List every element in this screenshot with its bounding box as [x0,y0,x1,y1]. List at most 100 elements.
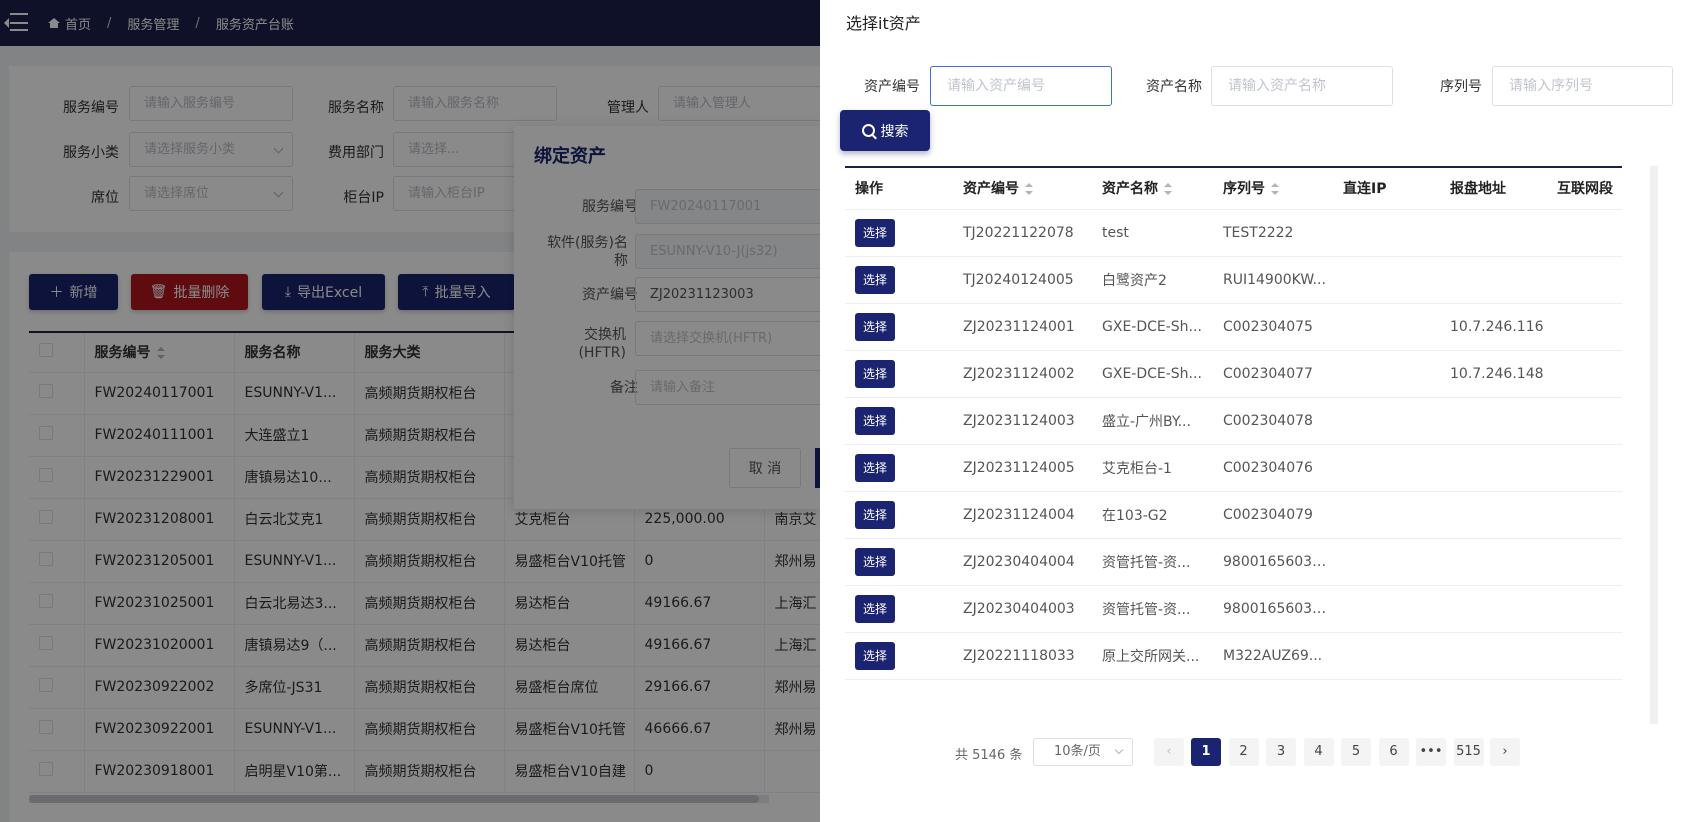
menu-fold-icon[interactable] [4,13,28,33]
row-checkbox[interactable] [39,636,53,650]
service-type-cell: 易盛柜台V10托管 [504,540,635,583]
asset-name-cell: GXE-DCE-Sh... [1092,303,1213,351]
next-page-button[interactable]: › [1490,738,1520,766]
asset-row[interactable]: 选择 TJ20221122078 test TEST2222 [845,209,1622,257]
breadcrumb-service-mgmt[interactable]: 服务管理 [127,14,179,33]
action-cell: 选择 [845,444,953,492]
row-checkbox[interactable] [39,594,53,608]
col-service-name: 服务名称 [234,332,355,373]
asset-name-input[interactable]: 请输入资产名称 [1211,66,1393,106]
table-row[interactable]: FW20230918001 启明星V10第... 高频期货期权柜台 易盛柜台V10自建… [29,750,825,793]
page-number-button[interactable]: 4 [1303,738,1334,766]
serial-cell: 98001656036... [1213,538,1333,586]
row-checkbox[interactable] [39,510,53,524]
row-checkbox[interactable] [39,762,53,776]
asset-no-input[interactable]: 请输入资产编号 [930,66,1112,106]
vertical-scrollbar[interactable] [1650,166,1658,724]
col-asset-no[interactable]: 资产编号 [953,167,1092,210]
select-asset-button[interactable]: 选择 [855,218,895,247]
service-no-input[interactable]: 请输入服务编号 [129,86,293,121]
asset-row[interactable]: 选择 ZJ20231124001 GXE-DCE-Sh... C002304075 10… [845,303,1622,351]
seat-select[interactable]: 请选择席位 [129,176,293,211]
page-ellipsis-button[interactable]: ••• [1416,738,1446,766]
select-asset-button[interactable]: 选择 [855,453,895,482]
sort-icon[interactable] [1271,183,1279,196]
order-address-cell: 10.7.246.148 [1440,350,1547,398]
sort-icon[interactable] [1164,183,1172,196]
service-no-cell: FW20231208001 [84,498,235,541]
asset-name-cell: 艾克柜台-1 [1092,444,1213,492]
page-number-button[interactable]: 3 [1266,738,1296,766]
select-asset-button[interactable]: 选择 [855,265,895,294]
service-name-input[interactable]: 请输入服务名称 [393,86,557,121]
horizontal-scrollbar[interactable] [29,795,769,803]
prev-page-button[interactable]: ‹ [1154,738,1184,766]
page-number-button[interactable]: 2 [1228,738,1259,766]
asset-name-cell: 资管托管-资... [1092,538,1213,586]
direct-ip-cell [1333,209,1440,257]
table-row[interactable]: FW20230922001 ESUNNY-V1... 高频期货期权柜台 易盛柜台V10… [29,708,825,751]
select-asset-button[interactable]: 选择 [855,312,895,341]
select-asset-button[interactable]: 选择 [855,406,895,435]
search-button[interactable]: 搜索 [840,110,930,151]
sub-category-select[interactable]: 请选择服务小类 [129,132,293,167]
asset-row[interactable]: 选择 ZJ20231124003 盛立-广州BY... C002304078 [845,397,1622,445]
asset-row[interactable]: 选择 ZJ20221118033 原上交所网关... M322AUZ69... [845,632,1622,680]
table-row[interactable]: FW20231025001 白云北易达3... 高频期货期权柜台 易达柜台 49166.… [29,582,825,625]
row-checkbox[interactable] [39,678,53,692]
breadcrumb-home[interactable]: 首页 [65,14,91,33]
page-number-button[interactable]: 1 [1191,738,1221,766]
bind-asset-no-label: 资产编号 [582,287,638,303]
row-checkbox[interactable] [39,426,53,440]
row-checkbox-cell [29,582,85,625]
add-button[interactable]: ＋ 新增 [29,274,118,310]
page-number-button[interactable]: 6 [1378,738,1409,766]
select-asset-button[interactable]: 选择 [855,547,895,576]
col-serial[interactable]: 序列号 [1213,167,1333,210]
row-checkbox[interactable] [39,468,53,482]
page-size-select[interactable]: 10条/页 [1033,738,1133,766]
row-checkbox-cell [29,666,85,709]
col-asset-name[interactable]: 资产名称 [1092,167,1213,210]
bind-asset-no-field[interactable]: ZJ20231123003 [635,277,825,312]
table-row[interactable]: FW20231020001 唐镇易达9（... 高频期货期权柜台 易达柜台 49166.… [29,624,825,667]
select-all-checkbox[interactable] [39,343,53,358]
batch-import-button[interactable]: ⤒ 批量导入 [398,274,515,310]
batch-delete-button[interactable]: 🗑 批量删除 [131,274,248,310]
serial-input[interactable]: 请输入序列号 [1492,66,1673,106]
select-asset-button[interactable]: 选择 [855,500,895,529]
select-asset-button[interactable]: 选择 [855,641,895,670]
scrollbar-thumb[interactable] [29,795,759,803]
col-service-no[interactable]: 服务编号 [84,332,235,373]
sort-icon[interactable] [156,347,165,360]
amount-cell: 29166.67 [634,666,765,709]
page-number-button[interactable]: 515 [1453,738,1484,766]
asset-no-label: 资产编号 [864,79,920,95]
export-excel-button[interactable]: ⤓ 导出Excel [262,274,385,310]
page-number-button[interactable]: 5 [1341,738,1371,766]
asset-row[interactable]: 选择 ZJ20231124005 艾克柜台-1 C002304076 [845,444,1622,492]
sort-icon[interactable] [1025,183,1033,196]
table-row[interactable]: FW20230922002 多席位-JS31 高频期货期权柜台 易盛柜台席位 29166… [29,666,825,709]
bind-switch-select[interactable]: 请选择交换机(HFTR) [635,321,825,356]
row-checkbox[interactable] [39,552,53,566]
row-checkbox[interactable] [39,720,53,734]
asset-row[interactable]: 选择 ZJ20230404004 资管托管-资... 98001656036... [845,538,1622,586]
asset-row[interactable]: 选择 ZJ20230404003 资管托管-资... 98001656036... [845,585,1622,633]
upload-icon: ⤒ [422,284,429,300]
serial-cell: C002304077 [1213,350,1333,398]
seat-placeholder: 请选择席位 [144,186,210,201]
table-row[interactable]: FW20231205001 ESUNNY-V1... 高频期货期权柜台 易盛柜台V10… [29,540,825,583]
manager-input[interactable]: 请输入管理人 [658,86,822,121]
select-asset-button[interactable]: 选择 [855,359,895,388]
serial-cell: 98001656036... [1213,585,1333,633]
row-checkbox[interactable] [39,384,53,398]
service-no-cell: FW20230922002 [84,666,235,709]
asset-row[interactable]: 选择 ZJ20231124004 在103-G2 C002304079 [845,491,1622,539]
bind-remark-input[interactable]: 请输入备注 [635,370,825,405]
service-category-cell: 高频期货期权柜台 [354,414,505,457]
select-asset-button[interactable]: 选择 [855,594,895,623]
bind-cancel-button[interactable]: 取 消 [729,448,801,488]
asset-row[interactable]: 选择 ZJ20231124002 GXE-DCE-Sh... C002304077 10… [845,350,1622,398]
asset-row[interactable]: 选择 TJ20240124005 白鹭资产2 RUI14900KW... [845,256,1622,304]
